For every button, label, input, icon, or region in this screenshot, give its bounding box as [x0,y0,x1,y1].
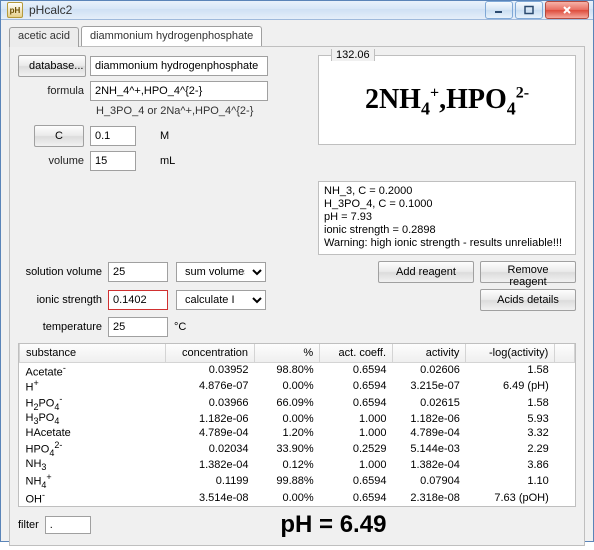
temperature-label: temperature [18,321,108,333]
solution-volume-input[interactable] [108,262,168,282]
titlebar[interactable]: pH pHcalc2 [1,1,593,20]
ph-display: pH = 6.49 [91,511,576,539]
reagent-panel: database... formula H_3PO_4 or 2Na^+,HPO… [9,46,585,546]
col-activity[interactable]: activity [393,344,466,362]
remove-reagent-button[interactable]: Remove reagent [480,261,576,283]
volume-label: volume [18,155,90,167]
acids-details-button[interactable]: Acids details [480,289,576,311]
window-title: pHcalc2 [29,3,485,17]
reagent-tabs: acetic acid diammonium hydrogenphosphate [9,26,585,46]
volume-input[interactable] [90,151,136,171]
filter-input[interactable] [45,516,91,534]
table-row[interactable]: NH31.382e-040.12%1.0001.382e-043.86 [20,458,575,472]
table-row[interactable]: PO43-1.396e-070.00%0.051187.146e-098.15 [20,505,575,507]
vol-unit: mL [160,155,175,167]
volume-mode-select[interactable]: sum volumes [176,262,266,282]
table-row[interactable]: H3PO41.182e-060.00%1.0001.182e-065.93 [20,412,575,426]
formula-input[interactable] [90,81,268,101]
concentration-input[interactable] [90,126,136,146]
app-icon: pH [7,2,23,18]
table-row[interactable]: HAcetate4.789e-041.20%1.0004.789e-043.32 [20,426,575,440]
ionic-mode-select[interactable]: calculate I [176,290,266,310]
col--[interactable]: % [255,344,320,362]
minimize-button[interactable] [485,1,513,19]
database-button[interactable]: database... [18,55,86,77]
reagent-name-input[interactable] [90,56,268,76]
maximize-button[interactable] [515,1,543,19]
species-table[interactable]: substanceconcentration%act. coeff.activi… [18,343,576,507]
filter-label: filter [18,519,39,531]
col-concentration[interactable]: concentration [165,344,254,362]
table-row[interactable]: H2PO4-0.0396666.09%0.65940.026151.58 [20,394,575,412]
col-substance[interactable]: substance [20,344,166,362]
results-text: NH_3, C = 0.2000H_3PO_4, C = 0.1000pH = … [318,181,576,255]
concentration-button[interactable]: C [34,125,84,147]
app-window: pH pHcalc2 acetic acid diammonium hydrog… [0,0,594,542]
ionic-strength-input[interactable] [108,290,168,310]
col-act-coeff-[interactable]: act. coeff. [320,344,393,362]
solution-volume-label: solution volume [18,266,108,278]
molecular-weight: 132.06 [331,49,375,61]
tab-acetic-acid[interactable]: acetic acid [9,27,79,47]
formula-hint: H_3PO_4 or 2Na^+,HPO_4^{2-} [96,105,308,117]
formula-display: 132.06 2NH4+,HPO42- [318,55,576,145]
ionic-strength-label: ionic strength [18,294,108,306]
table-row[interactable]: HPO42-0.0203433.90%0.25295.144e-032.29 [20,440,575,458]
conc-unit: M [160,130,169,142]
close-button[interactable] [545,1,589,19]
formula-label: formula [18,85,90,97]
table-row[interactable]: H+4.876e-070.00%0.65943.215e-076.49 (pH) [20,378,575,394]
table-row[interactable]: Acetate-0.0395298.80%0.65940.026061.58 [20,362,575,378]
tab-diammonium-hydrogenphosphate[interactable]: diammonium hydrogenphosphate [81,26,262,46]
add-reagent-button[interactable]: Add reagent [378,261,474,283]
col--log-activity-[interactable]: -log(activity) [466,344,555,362]
temperature-input[interactable] [108,317,168,337]
table-row[interactable]: NH4+0.119999.88%0.65940.079041.10 [20,472,575,490]
temp-unit: °C [174,321,186,333]
table-row[interactable]: OH-3.514e-080.00%0.65942.318e-087.63 (pO… [20,490,575,506]
